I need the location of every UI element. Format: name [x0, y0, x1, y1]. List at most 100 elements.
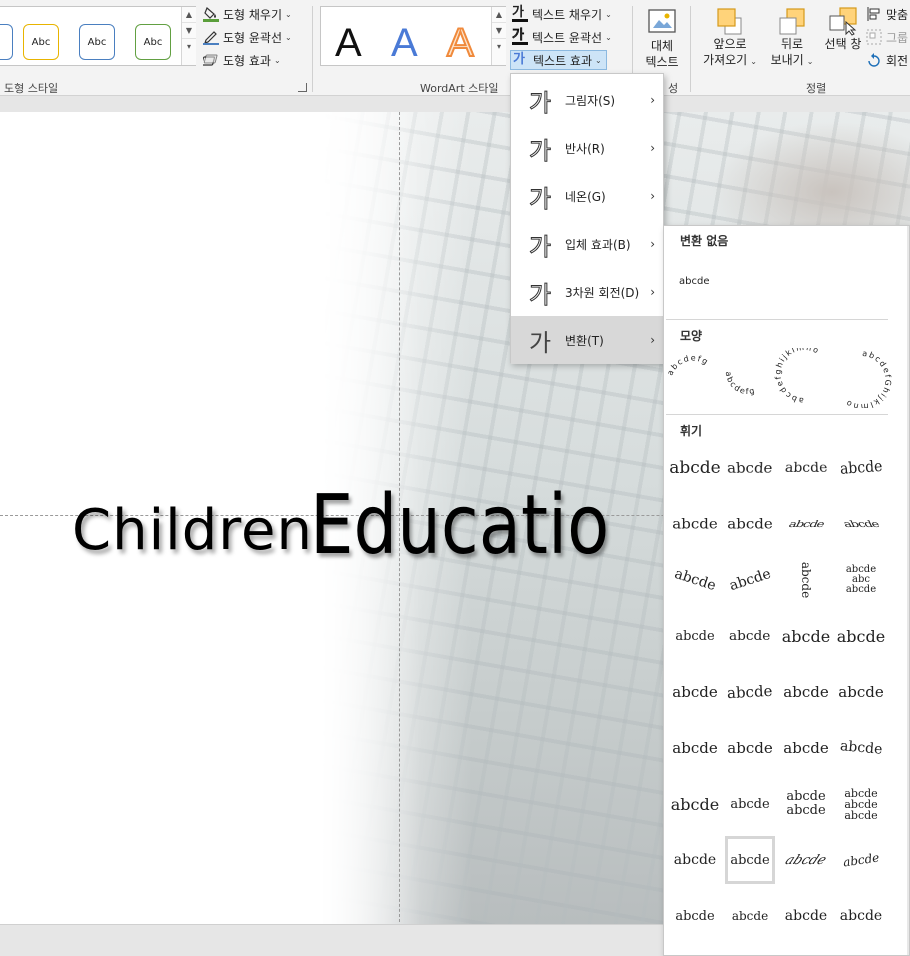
menu-item-bevel[interactable]: 가 입체 효과(B) › [511, 220, 663, 268]
warp-option-7-3[interactable]: abcde [836, 836, 886, 884]
text-outline-icon: 가 [512, 29, 528, 45]
warp-option-6-0[interactable]: abcde [670, 780, 720, 828]
warp-option-text: abcde [675, 908, 715, 924]
submenu-scrollbar[interactable] [907, 226, 909, 955]
shadow-effect-icon: 가 [529, 88, 552, 117]
warp-option-4-0[interactable]: abcde [670, 668, 720, 716]
gallery-up-icon[interactable]: ▲ [182, 7, 196, 23]
warp-option-6-3[interactable]: abcde abcde abcde [836, 780, 886, 828]
warp-option-3-0[interactable]: abcde [670, 612, 720, 660]
chevron-down-icon: ⌄ [605, 9, 612, 19]
warp-option-5-1[interactable]: abcde [725, 724, 775, 772]
text-effect-button[interactable]: 가 텍스트 효과 ⌄ [510, 50, 607, 70]
gallery-down-icon[interactable]: ▼ [492, 23, 506, 39]
group-objects-button[interactable]: 그룹 [866, 27, 908, 47]
shape-option-text: abcdefg [665, 353, 710, 376]
shape-effect-icon [201, 52, 219, 68]
gallery-down-icon[interactable]: ▼ [182, 23, 196, 39]
warp-option-8-2[interactable]: abcde [781, 892, 831, 940]
menu-item-3d-rotation[interactable]: 가 3차원 회전(D) › [511, 268, 663, 316]
text-effect-icon: 가 [513, 52, 525, 67]
warp-option-0-0[interactable]: abcde [669, 444, 720, 492]
bring-forward-label-line1: 앞으로 [713, 37, 747, 51]
warp-option-8-1[interactable]: abcde [725, 892, 775, 940]
wordart-gallery-scroll[interactable]: ▲ ▼ ▾ [491, 7, 506, 65]
warp-option-0-1[interactable]: abcde [725, 444, 775, 492]
warp-option-4-2[interactable]: abcde [781, 668, 831, 716]
shape-style-thumb-green[interactable]: Abc [135, 24, 171, 60]
warp-option-4-1[interactable]: abcde [725, 668, 775, 716]
warp-option-text: abcde [730, 796, 770, 812]
warp-option-6-2[interactable]: abcde abcde [781, 780, 831, 828]
rotate-button[interactable]: 회전 [866, 50, 908, 70]
menu-item-shadow[interactable]: 가 그림자(S) › [511, 76, 663, 124]
accessibility-group-label: 성 [668, 82, 679, 95]
menu-item-glow[interactable]: 가 네온(G) › [511, 172, 663, 220]
text-outline-button[interactable]: 가 텍스트 윤곽선 ⌄ [512, 27, 612, 47]
warp-option-8-0[interactable]: abcde [670, 892, 720, 940]
wordart-gallery[interactable]: A A A ▲ ▼ ▾ [320, 6, 506, 66]
shape-button-option[interactable]: abcdefGhijklmno [843, 349, 892, 408]
shape-arch-up-option[interactable]: abcdefg [665, 353, 710, 376]
warp-option-text: abcde [675, 628, 715, 644]
send-backward-label-line2: 보내기 [770, 53, 804, 67]
dialog-launcher-icon[interactable] [298, 83, 307, 92]
warp-option-1-2[interactable]: abcde [781, 500, 831, 548]
warp-option-7-2[interactable]: abcde [781, 836, 831, 884]
warp-option-2-3[interactable]: abcde abc abcde [836, 556, 886, 604]
warp-option-2-1[interactable]: abcde [725, 556, 775, 604]
menu-item-transform[interactable]: 가 변환(T) › [511, 316, 663, 364]
group-objects-label: 그룹 [886, 30, 909, 45]
text-fill-button[interactable]: 가 텍스트 채우기 ⌄ [512, 4, 612, 24]
warp-option-0-2[interactable]: abcde [781, 444, 831, 492]
warp-option-0-3[interactable]: abcde [836, 444, 886, 492]
gallery-up-icon[interactable]: ▲ [492, 7, 506, 23]
warp-option-1-0[interactable]: abcde [670, 500, 720, 548]
selection-pane-button[interactable]: 선택 창 [820, 6, 866, 52]
warp-option-text: abcde [731, 909, 769, 923]
warp-option-text: abcde [783, 683, 829, 701]
shape-style-gallery[interactable]: Abc Abc Abc ▲ ▼ ▾ [0, 6, 196, 66]
shape-style-thumb-partial[interactable] [0, 24, 13, 60]
shape-arch-down-option[interactable]: abcdefg [724, 371, 757, 396]
alt-text-button[interactable]: 대체 텍스트 [638, 8, 686, 70]
warp-option-1-1[interactable]: abcde [725, 500, 775, 548]
wordart-style-blue[interactable]: A [391, 21, 418, 65]
gallery-more-icon[interactable]: ▾ [492, 39, 506, 55]
wordart-style-black[interactable]: A [335, 21, 362, 65]
send-backward-button[interactable]: 뒤로 보내기 ⌄ [766, 6, 818, 70]
shape-circle-option[interactable]: abcdefghijklmno [773, 348, 821, 405]
shape-effect-button[interactable]: 도형 효과 ⌄ [201, 50, 281, 70]
warp-option-8-3[interactable]: abcde [836, 892, 886, 940]
align-label: 맞춤 [886, 7, 909, 22]
warp-option-7-0[interactable]: abcde [670, 836, 720, 884]
bring-forward-button[interactable]: 앞으로 가져오기 ⌄ [698, 6, 762, 70]
menu-item-reflection[interactable]: 가 반사(R) › [511, 124, 663, 172]
warp-option-2-2[interactable]: abcde [781, 556, 831, 604]
no-transform-option[interactable]: abcde [679, 276, 709, 287]
slide-title-wordart[interactable]: Children Educatio [72, 478, 666, 573]
shape-fill-button[interactable]: 도형 채우기 ⌄ [203, 4, 292, 24]
warp-option-5-0[interactable]: abcde [670, 724, 720, 772]
warp-option-1-3[interactable]: abcde [836, 500, 886, 548]
ribbon: Abc Abc Abc ▲ ▼ ▾ 도형 채우기 ⌄ 도형 윤곽선 ⌄ 도형 효… [0, 0, 910, 96]
warp-option-3-1[interactable]: abcde [725, 612, 775, 660]
powerpoint-window: Abc Abc Abc ▲ ▼ ▾ 도형 채우기 ⌄ 도형 윤곽선 ⌄ 도형 효… [0, 0, 910, 956]
align-button[interactable]: 맞춤 [866, 4, 908, 24]
warp-option-6-1[interactable]: abcde [725, 780, 775, 828]
shape-style-thumb-blue[interactable]: Abc [79, 24, 115, 60]
shape-outline-button[interactable]: 도형 윤곽선 ⌄ [203, 27, 292, 47]
warp-option-2-0[interactable]: abcde [670, 556, 720, 604]
shape-style-thumb-orange[interactable]: Abc [23, 24, 59, 60]
warp-option-5-2[interactable]: abcde [781, 724, 831, 772]
warp-option-5-3[interactable]: abcde [836, 724, 886, 772]
warp-option-7-1[interactable]: abcde [725, 836, 775, 884]
section-divider [666, 414, 888, 415]
gallery-more-icon[interactable]: ▾ [182, 39, 196, 55]
bevel-effect-icon: 가 [529, 232, 552, 261]
shape-gallery-scroll[interactable]: ▲ ▼ ▾ [181, 7, 196, 65]
wordart-style-orange-outline[interactable]: A [446, 20, 475, 66]
warp-option-3-3[interactable]: abcde [836, 612, 886, 660]
warp-option-4-3[interactable]: abcde [836, 668, 886, 716]
warp-option-3-2[interactable]: abcde [781, 612, 831, 660]
